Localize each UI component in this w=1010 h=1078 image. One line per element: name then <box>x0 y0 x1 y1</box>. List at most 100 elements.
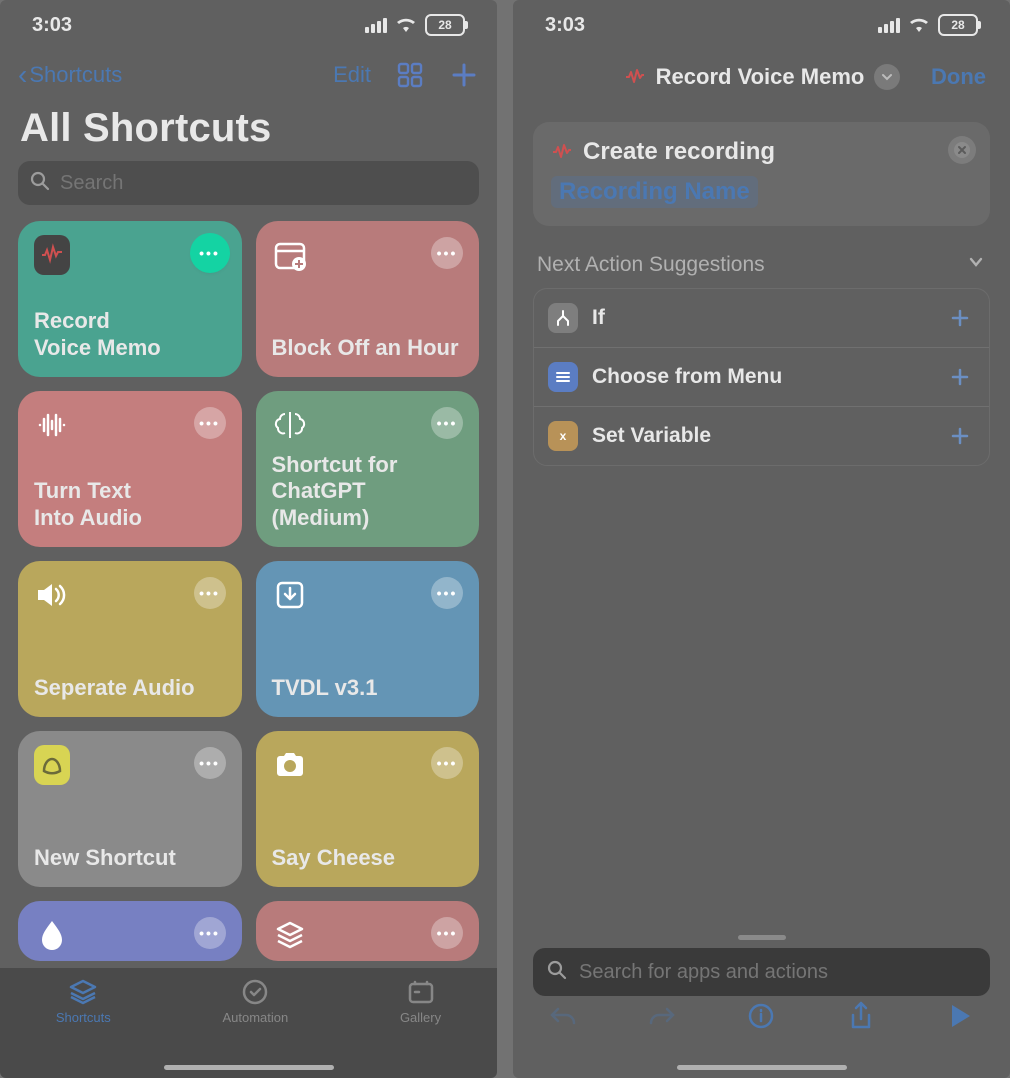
shortcut-label: Shortcut for ChatGPT (Medium) <box>272 452 464 531</box>
status-time: 3:03 <box>32 14 72 37</box>
done-button[interactable]: Done <box>931 64 986 90</box>
shortcuts-stack-icon <box>67 978 99 1006</box>
shortcut-label: Block Off an Hour <box>272 335 464 361</box>
basecamp-icon <box>34 747 70 783</box>
more-icon[interactable]: ••• <box>431 747 463 779</box>
shortcut-label: New Shortcut <box>34 845 226 871</box>
info-icon <box>747 1002 775 1035</box>
shortcuts-library-screen: 3:03 28 ‹ Shortcuts Edit All Shortcuts <box>0 0 497 1078</box>
search-bar[interactable] <box>18 161 479 205</box>
layers-icon <box>272 917 308 953</box>
shortcut-card[interactable]: ••• <box>256 901 480 961</box>
battery-icon: 28 <box>938 14 978 36</box>
sheet-grabber[interactable] <box>738 935 786 940</box>
clear-action-icon[interactable] <box>948 136 976 164</box>
more-icon[interactable]: ••• <box>194 237 226 269</box>
shortcut-card[interactable]: ••• Shortcut for ChatGPT (Medium) <box>256 391 480 547</box>
shortcut-card[interactable]: ••• Say Cheese <box>256 731 480 887</box>
redo-icon <box>647 1003 677 1034</box>
suggestion-row[interactable]: Choose from Menu <box>534 347 989 406</box>
suggestion-label: Choose from Menu <box>592 365 931 389</box>
suggestion-row[interactable]: If <box>534 289 989 347</box>
add-suggestion-icon[interactable] <box>945 362 975 392</box>
shortcut-editor-screen: 3:03 28 Record Voice Memo Done Create re… <box>513 0 1010 1078</box>
search-icon <box>30 171 50 196</box>
tab-label: Shortcuts <box>56 1010 111 1025</box>
drop-icon <box>34 917 70 953</box>
suggestion-label: Set Variable <box>592 424 931 448</box>
more-icon[interactable]: ••• <box>194 577 226 609</box>
speaker-icon <box>34 577 70 613</box>
action-parameter-token[interactable]: Recording Name <box>551 176 758 208</box>
info-button[interactable] <box>739 996 783 1040</box>
action-verb: Create recording <box>583 138 775 166</box>
wifi-icon <box>908 17 930 33</box>
tab-automation[interactable]: Automation <box>222 978 288 1025</box>
shortcut-card[interactable]: ••• Turn TextInto Audio <box>18 391 242 547</box>
add-shortcut-button[interactable] <box>449 60 479 90</box>
nav-bar: ‹ Shortcuts Edit <box>0 50 497 100</box>
status-bar: 3:03 28 <box>0 0 497 50</box>
shortcut-card[interactable]: ••• New Shortcut <box>18 731 242 887</box>
shortcut-label: RecordVoice Memo <box>34 308 226 361</box>
more-icon[interactable]: ••• <box>194 917 226 949</box>
shortcut-title-button[interactable]: Record Voice Memo <box>624 64 901 90</box>
add-suggestion-icon[interactable] <box>945 421 975 451</box>
home-indicator <box>677 1065 847 1070</box>
more-icon[interactable]: ••• <box>431 237 463 269</box>
home-indicator <box>164 1065 334 1070</box>
more-icon[interactable]: ••• <box>431 917 463 949</box>
shortcut-card[interactable]: ••• <box>18 901 242 961</box>
shortcut-title-label: Record Voice Memo <box>656 64 865 90</box>
shortcut-card[interactable]: ••• TVDL v3.1 <box>256 561 480 717</box>
more-icon[interactable]: ••• <box>431 577 463 609</box>
undo-icon <box>548 1003 578 1034</box>
back-button[interactable]: ‹ Shortcuts <box>18 61 122 89</box>
chevron-down-icon <box>874 64 900 90</box>
status-bar: 3:03 28 <box>513 0 1010 50</box>
add-suggestion-icon[interactable] <box>945 303 975 333</box>
shortcut-card[interactable]: ••• Block Off an Hour <box>256 221 480 377</box>
shortcut-card[interactable]: ••• Seperate Audio <box>18 561 242 717</box>
actions-search-input[interactable] <box>577 960 976 985</box>
tab-bar: Shortcuts Automation Gallery <box>0 968 497 1078</box>
share-button[interactable] <box>839 996 883 1040</box>
edit-button[interactable]: Edit <box>333 62 371 88</box>
suggestion-label: If <box>592 306 931 330</box>
suggestions-header[interactable]: Next Action Suggestions <box>537 252 986 278</box>
tab-label: Automation <box>222 1010 288 1025</box>
waveform-icon <box>34 237 70 273</box>
tab-label: Gallery <box>400 1010 441 1025</box>
shortcut-label: Say Cheese <box>272 845 464 871</box>
undo-button <box>541 996 585 1040</box>
shortcut-label: TVDL v3.1 <box>272 675 464 701</box>
more-icon[interactable]: ••• <box>194 747 226 779</box>
shortcut-card[interactable]: ••• RecordVoice Memo <box>18 221 242 377</box>
suggestion-list: If Choose from Menu x Set Variable <box>533 288 990 466</box>
cellular-icon <box>365 18 387 33</box>
more-icon[interactable]: ••• <box>194 407 226 439</box>
play-icon <box>948 1003 972 1034</box>
voice-memo-icon <box>624 66 646 88</box>
tab-shortcuts[interactable]: Shortcuts <box>56 978 111 1025</box>
share-icon <box>848 1001 874 1036</box>
action-card[interactable]: Create recording Recording Name <box>533 122 990 226</box>
cards-icon <box>405 978 437 1006</box>
grid-view-icon[interactable] <box>395 60 425 90</box>
camera-icon <box>272 747 308 783</box>
play-button[interactable] <box>938 996 982 1040</box>
chevron-left-icon: ‹ <box>18 61 27 89</box>
search-input[interactable] <box>58 171 467 196</box>
variable-icon: x <box>548 421 578 451</box>
chevron-down-icon <box>966 252 986 278</box>
tab-gallery[interactable]: Gallery <box>400 978 441 1025</box>
more-icon[interactable]: ••• <box>431 407 463 439</box>
search-icon <box>547 960 567 985</box>
editor-nav: Record Voice Memo Done <box>513 50 1010 104</box>
battery-icon: 28 <box>425 14 465 36</box>
editor-toolbar <box>513 984 1010 1078</box>
suggestion-row[interactable]: x Set Variable <box>534 406 989 465</box>
voice-memo-icon <box>551 141 573 163</box>
shortcut-grid: ••• RecordVoice Memo ••• Block Off an Ho… <box>0 217 497 965</box>
shortcut-label: Turn TextInto Audio <box>34 478 226 531</box>
